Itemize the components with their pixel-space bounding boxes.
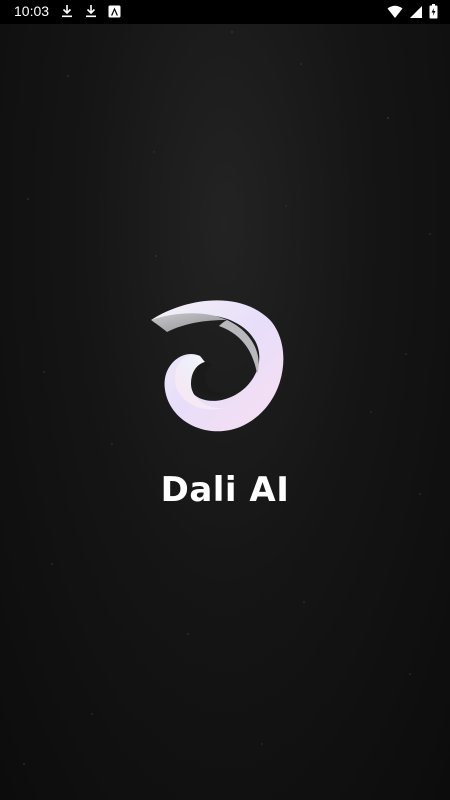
download-icon bbox=[60, 4, 74, 18]
battery-icon bbox=[429, 4, 438, 19]
signal-icon bbox=[409, 5, 423, 19]
download-icon bbox=[84, 4, 98, 18]
splash-screen: 10:03 Dali AI bbox=[0, 0, 450, 800]
status-system-icons bbox=[387, 4, 438, 19]
status-bar: 10:03 bbox=[0, 0, 450, 24]
app-notification-icon bbox=[108, 5, 121, 18]
status-time: 10:03 bbox=[14, 3, 50, 19]
app-name-title: Dali AI bbox=[160, 470, 290, 510]
status-notification-icons bbox=[60, 4, 121, 18]
dali-ai-logo bbox=[145, 290, 290, 435]
wifi-icon bbox=[387, 5, 403, 19]
